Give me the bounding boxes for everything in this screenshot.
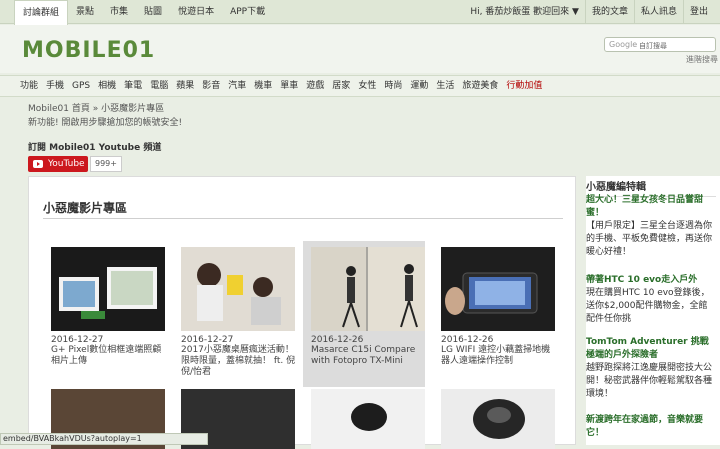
- video-thumbnail[interactable]: [441, 247, 555, 331]
- video-title[interactable]: 2017小惡魔桌曆瘋迷活動！限時限量，蓋棉就抽！ ft. 倪倪/怡君: [181, 345, 299, 378]
- tab-stickers[interactable]: 貼圖: [136, 0, 170, 24]
- category-nav: 功能 手機 GPS 相機 筆電 電腦 蘋果 影音 汽車 機車 單車 遊戲 居家 …: [0, 75, 720, 97]
- sidebar-featured: 小惡魔編特輯 超大心！三星女孩冬日品嘗甜蜜！ 【用戶限定】三星全台逐週為你的手機…: [586, 176, 720, 445]
- speaker-thumbnail: [351, 403, 387, 431]
- tab-attractions[interactable]: 景點: [68, 0, 102, 24]
- video-date: 2016-12-27: [51, 335, 104, 345]
- video-date: 2016-12-26: [311, 335, 364, 345]
- photo-frame-thumbnail: [51, 247, 165, 331]
- youtube-icon: [33, 160, 43, 168]
- tab-app-download[interactable]: APP下載: [222, 0, 273, 24]
- robot-vacuum-thumbnail: [441, 247, 555, 331]
- video-date: 2016-12-26: [441, 335, 494, 345]
- google-brand: Google: [609, 40, 638, 49]
- video-title[interactable]: G+ Pixel數位相框遠端照顧相片上傳: [51, 345, 169, 367]
- my-articles-link[interactable]: 我的文章: [584, 0, 634, 24]
- video-panel: 小惡魔影片專區 2016-12-27 G+ Pixel數位相框遠端照顧相片上傳: [28, 176, 576, 449]
- nav-item[interactable]: 單車: [276, 76, 302, 96]
- featured-item[interactable]: 帶著HTC 10 evo走入戶外 現在購買HTC 10 evo登錄後，送你$2,…: [586, 274, 714, 326]
- nav-item[interactable]: 電腦: [146, 76, 172, 96]
- featured-item-title[interactable]: 超大心！三星女孩冬日品嘗甜蜜！: [586, 194, 714, 220]
- nav-item[interactable]: 遊戲: [302, 76, 328, 96]
- video-thumbnail[interactable]: [51, 247, 165, 331]
- search-input[interactable]: 自訂搜尋: [639, 41, 667, 51]
- featured-item[interactable]: TomTom Adventurer 挑戰極端的戶外探險者 越野跑探將江逸慶展開密…: [586, 336, 714, 401]
- nav-item[interactable]: 手機: [42, 76, 68, 96]
- nav-item[interactable]: 運動: [406, 76, 432, 96]
- status-bar-url: embed/BVABkahVDUs?autoplay=1: [0, 433, 208, 445]
- panel-title: 小惡魔影片專區: [43, 201, 128, 215]
- nav-item-mobile-value[interactable]: 行動加值: [502, 76, 546, 96]
- video-thumbnail[interactable]: [441, 389, 555, 449]
- subscribe-title: 訂閱 Mobile01 Youtube 頻道: [28, 143, 162, 153]
- nav-item[interactable]: 女性: [354, 76, 380, 96]
- nav-item[interactable]: GPS: [68, 76, 94, 96]
- video-date: 2016-12-27: [181, 335, 234, 345]
- featured-item-title[interactable]: 帶著HTC 10 evo走入戶外: [586, 274, 714, 287]
- svg-text:MOBILE01: MOBILE01: [22, 38, 155, 62]
- nav-item[interactable]: 筆電: [120, 76, 146, 96]
- top-bar: 討論群組 景點 市集 貼圖 悅遊日本 APP下載 Hi, 番茄炒飯蛋 歡迎回來 …: [0, 0, 720, 25]
- tripod-compare-thumbnail: [311, 247, 425, 331]
- mobile01-logo[interactable]: MOBILE01: [22, 35, 182, 63]
- video-card[interactable]: 2016-12-26 LG WIFI 遠控小藕蓋掃地機器人遠端操作控制: [441, 247, 563, 393]
- nav-item[interactable]: 生活: [432, 76, 458, 96]
- video-title[interactable]: Masarce C15i Compare with Fotopro TX-Min…: [311, 345, 425, 367]
- nav-item[interactable]: 功能: [16, 76, 42, 96]
- featured-item-desc: 【用戶限定】三星全台逐週為你的手機、平板免費健檢，再送你暖心好禮！: [586, 221, 713, 257]
- featured-item-title[interactable]: TomTom Adventurer 挑戰極端的戶外探險者: [586, 336, 714, 362]
- user-greeting[interactable]: Hi, 番茄炒飯蛋 歡迎回來 ▼: [464, 0, 585, 24]
- youtube-subscribe: YouTube 999+: [28, 156, 122, 172]
- featured-item[interactable]: 超大心！三星女孩冬日品嘗甜蜜！ 【用戶限定】三星全台逐週為你的手機、平板免費健檢…: [586, 194, 714, 259]
- video-thumbnail[interactable]: [311, 247, 425, 331]
- site-header: MOBILE01 Google 自訂搜尋 進階搜尋: [0, 25, 720, 73]
- nav-item[interactable]: 旅遊美食: [458, 76, 502, 96]
- logout-link[interactable]: 登出: [682, 0, 714, 24]
- featured-item-desc: 越野跑探將江逸慶展開密技大公開！秘密武器伴你輕鬆駕馭各種環境！: [586, 363, 713, 399]
- top-tabs: 討論群組 景點 市集 貼圖 悅遊日本 APP下載: [14, 0, 273, 25]
- breadcrumb[interactable]: Mobile01 首頁 » 小惡魔影片專區: [28, 101, 164, 114]
- video-card[interactable]: 2016-12-27 G+ Pixel數位相框遠端照顧相片上傳: [51, 247, 173, 393]
- notice-text[interactable]: 新功能! 開啟用步驟搶加您的帳號安全!: [28, 115, 182, 128]
- youtube-button-label: YouTube: [48, 159, 85, 169]
- nav-item[interactable]: 機車: [250, 76, 276, 96]
- google-search-box[interactable]: Google 自訂搜尋: [604, 37, 716, 52]
- nav-item[interactable]: 影音: [198, 76, 224, 96]
- nav-item[interactable]: 蘋果: [172, 76, 198, 96]
- private-messages-link[interactable]: 私人訊息: [633, 0, 683, 24]
- tab-market[interactable]: 市集: [102, 0, 136, 24]
- featured-item-title[interactable]: 新渡跨年在家過節，音樂就要它！: [586, 414, 714, 440]
- nav-item[interactable]: 居家: [328, 76, 354, 96]
- video-thumbnail[interactable]: [181, 247, 295, 331]
- nav-item[interactable]: 時尚: [380, 76, 406, 96]
- nav-item[interactable]: 汽車: [224, 76, 250, 96]
- featured-item-desc: 現在購買HTC 10 evo登錄後，送你$2,000配件購物金，全館配件任你挑: [586, 288, 710, 324]
- subscriber-count: 999+: [90, 156, 122, 172]
- tab-forum[interactable]: 討論群組: [14, 0, 69, 25]
- nav-item[interactable]: 相機: [94, 76, 120, 96]
- youtube-button[interactable]: YouTube: [28, 156, 88, 172]
- mobile01-logo-mark: MOBILE01: [22, 38, 155, 62]
- video-card[interactable]: 2016-12-27 2017小惡魔桌曆瘋迷活動！限時限量，蓋棉就抽！ ft. …: [181, 247, 303, 393]
- tab-japan[interactable]: 悅遊日本: [170, 0, 222, 24]
- calendar-event-thumbnail: [181, 247, 295, 331]
- video-thumbnail[interactable]: [311, 389, 425, 449]
- advanced-search-link[interactable]: 進階搜尋: [686, 54, 718, 65]
- divider: [43, 218, 563, 219]
- featured-item[interactable]: 新渡跨年在家過節，音樂就要它！: [586, 414, 714, 440]
- video-title[interactable]: LG WIFI 遠控小藕蓋掃地機器人遠端操作控制: [441, 345, 559, 367]
- vacuum-thumbnail: [473, 399, 525, 439]
- video-card-hover[interactable]: 2016-12-26 Masarce C15i Compare with Fot…: [303, 241, 425, 387]
- user-links: Hi, 番茄炒飯蛋 歡迎回來 ▼ 我的文章 私人訊息 登出: [464, 0, 714, 24]
